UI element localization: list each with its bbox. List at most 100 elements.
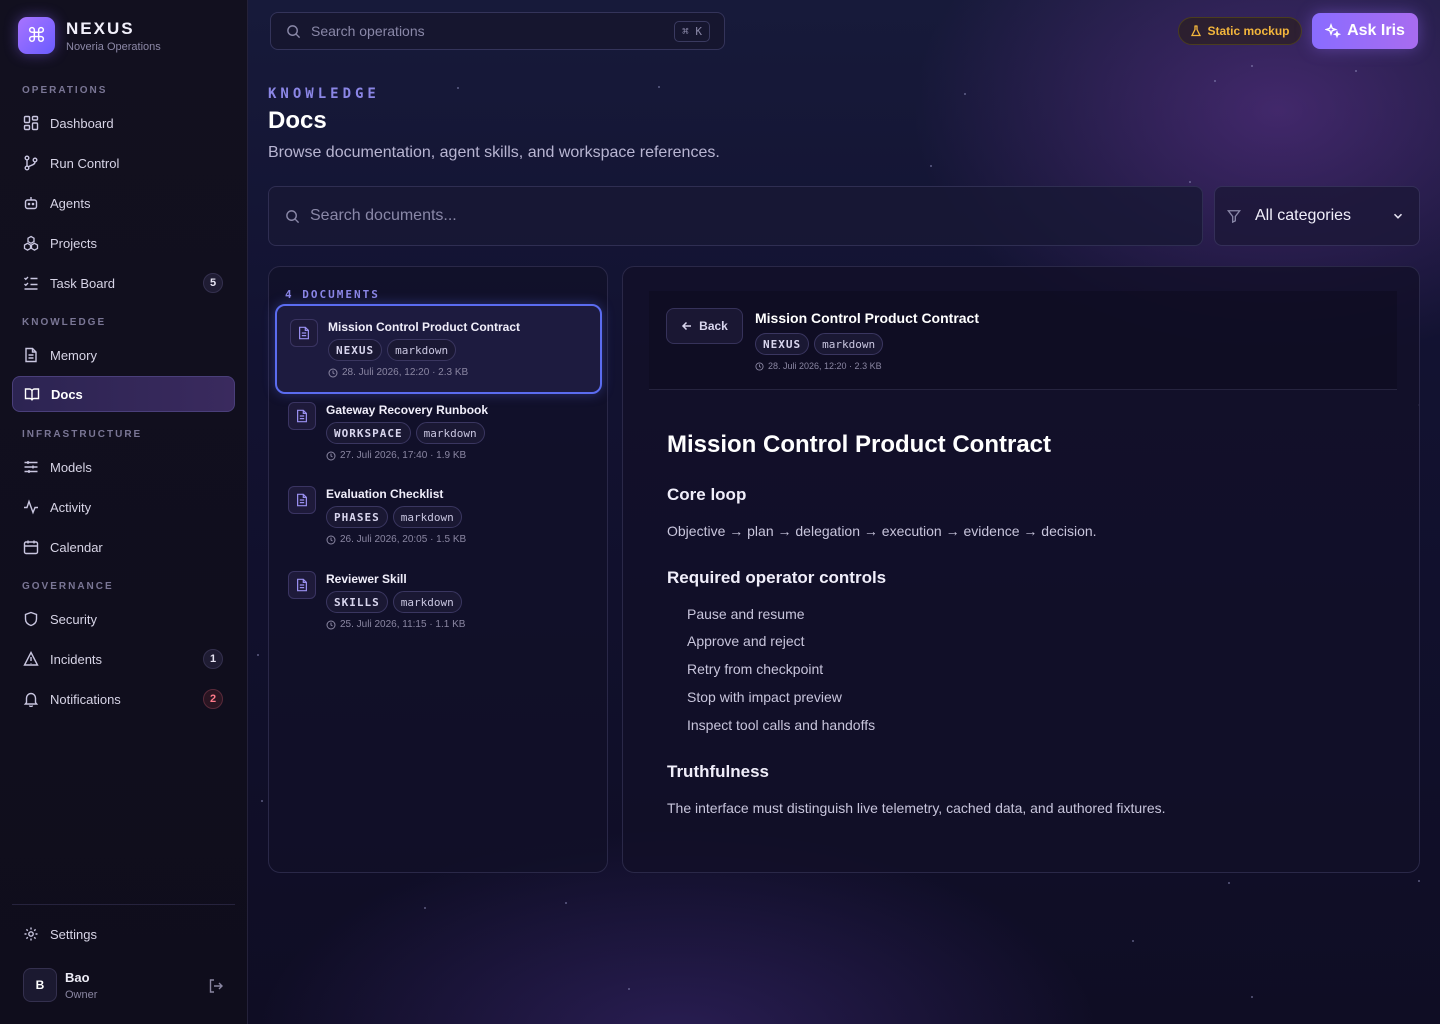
global-search-placeholder: Search operations — [311, 23, 425, 39]
brand[interactable]: ⌘ NEXUS Noveria Operations — [18, 17, 161, 54]
article-paragraph: Objective → plan → delegation → executio… — [667, 523, 1097, 539]
sidebar-item-label: Security — [50, 611, 97, 627]
dashboard-icon — [23, 115, 39, 131]
category-tag: PHASES — [326, 506, 388, 528]
category-tag: WORKSPACE — [326, 422, 411, 444]
back-button[interactable]: Back — [666, 308, 743, 344]
format-tag: markdown — [392, 591, 462, 613]
keyboard-shortcut-hint: ⌘ K — [674, 21, 710, 42]
page-kicker: KNOWLEDGE — [268, 86, 380, 102]
document-list-item[interactable]: Reviewer Skill SKILLS markdown 25. Juli … — [275, 558, 602, 648]
sidebar-item-run-control[interactable]: Run Control — [12, 145, 235, 181]
document-meta: 26. Juli 2026, 20:05 · 1.5 KB — [340, 534, 467, 545]
file-text-icon — [23, 347, 39, 363]
sidebar-item-task-board[interactable]: Task Board 5 — [12, 265, 235, 301]
sidebar-item-models[interactable]: Models — [12, 449, 235, 485]
sidebar-item-docs[interactable]: Docs — [12, 376, 235, 412]
document-list-item[interactable]: Evaluation Checklist PHASES markdown 26.… — [275, 473, 602, 563]
format-tag: markdown — [415, 422, 485, 444]
sidebar-item-dashboard[interactable]: Dashboard — [12, 105, 235, 141]
flask-icon — [1191, 25, 1202, 37]
page-subtitle: Browse documentation, agent skills, and … — [268, 144, 720, 161]
nav-section-infrastructure: INFRASTRUCTURE — [22, 429, 143, 440]
sidebar-item-notifications[interactable]: Notifications 2 — [12, 681, 235, 717]
ask-iris-button[interactable]: Ask Iris — [1312, 13, 1418, 49]
document-count: 4 DOCUMENTS — [285, 288, 380, 301]
category-tag: SKILLS — [326, 591, 388, 613]
clock-icon — [326, 534, 336, 545]
format-tag: markdown — [387, 339, 457, 361]
sidebar-divider — [12, 904, 235, 905]
sidebar-item-incidents[interactable]: Incidents 1 — [12, 641, 235, 677]
document-meta: 28. Juli 2026, 12:20 · 2.3 KB — [342, 367, 469, 378]
filter-icon — [1227, 210, 1241, 223]
sliders-icon — [23, 459, 39, 475]
document-title: Evaluation Checklist — [326, 487, 444, 501]
document-list-item[interactable]: Mission Control Product Contract NEXUS m… — [275, 304, 602, 394]
sidebar-item-settings[interactable]: Settings — [12, 916, 235, 952]
sidebar-item-activity[interactable]: Activity — [12, 489, 235, 525]
document-list-panel: 4 DOCUMENTS Mission Control Product Cont… — [268, 266, 608, 873]
star-decoration — [457, 87, 459, 89]
format-tag: markdown — [814, 333, 884, 355]
main-content: Search operations ⌘ K Static mockup Ask … — [248, 0, 1440, 1024]
sidebar-item-security[interactable]: Security — [12, 601, 235, 637]
sidebar-item-label: Models — [50, 459, 92, 475]
document-search-input[interactable]: Search documents... — [268, 186, 1203, 246]
star-decoration — [1189, 181, 1191, 183]
sidebar-item-label: Memory — [50, 347, 97, 363]
document-detail-meta: 28. Juli 2026, 12:20 · 2.3 KB — [768, 361, 882, 371]
search-icon — [286, 209, 300, 223]
static-mockup-badge: Static mockup — [1178, 17, 1302, 45]
sidebar-item-agents[interactable]: Agents — [12, 185, 235, 221]
star-decoration — [565, 902, 567, 904]
boxes-icon — [23, 235, 39, 251]
static-mockup-label: Static mockup — [1207, 24, 1290, 38]
star-decoration — [658, 86, 660, 88]
global-search-input[interactable]: Search operations ⌘ K — [270, 12, 725, 50]
notifications-count-badge: 2 — [203, 689, 223, 709]
document-list-item[interactable]: Gateway Recovery Runbook WORKSPACE markd… — [275, 389, 602, 479]
file-text-icon — [288, 402, 316, 430]
sidebar-item-calendar[interactable]: Calendar — [12, 529, 235, 565]
sidebar-item-label: Calendar — [50, 539, 103, 555]
format-tag: markdown — [392, 506, 462, 528]
sidebar-item-label: Settings — [50, 926, 97, 942]
gear-icon — [23, 926, 39, 942]
sidebar-item-projects[interactable]: Projects — [12, 225, 235, 261]
star-decoration — [1228, 882, 1230, 884]
document-meta: 25. Juli 2026, 11:15 · 1.1 KB — [340, 619, 466, 630]
sidebar-item-label: Activity — [50, 499, 92, 515]
bot-icon — [23, 195, 39, 211]
star-decoration — [964, 93, 966, 95]
logout-icon[interactable] — [207, 977, 225, 995]
star-decoration — [1418, 880, 1420, 882]
document-search-placeholder: Search documents... — [310, 207, 457, 224]
alert-triangle-icon — [23, 651, 39, 667]
sidebar-item-memory[interactable]: Memory — [12, 337, 235, 373]
document-detail-panel: Back Mission Control Product Contract NE… — [622, 266, 1420, 873]
sidebar-item-label: Docs — [51, 386, 83, 402]
star-decoration — [1251, 65, 1253, 67]
nav-section-governance: GOVERNANCE — [22, 581, 114, 592]
document-title: Gateway Recovery Runbook — [326, 403, 489, 417]
star-decoration — [628, 988, 630, 990]
avatar[interactable]: B — [23, 968, 57, 1002]
list-item: Retry from checkpoint — [687, 661, 824, 677]
category-select-value: All categories — [1255, 207, 1352, 224]
article-paragraph: The interface must distinguish live tele… — [667, 800, 1166, 816]
user-name: Bao — [65, 970, 90, 985]
file-text-icon — [288, 571, 316, 599]
article-section-heading: Truthfulness — [667, 762, 770, 781]
star-decoration — [1355, 70, 1357, 72]
app-subtitle: Noveria Operations — [66, 40, 161, 53]
file-text-icon — [288, 486, 316, 514]
star-decoration — [257, 654, 259, 656]
incidents-count-badge: 1 — [203, 649, 223, 669]
sidebar-item-label: Projects — [50, 235, 97, 251]
star-decoration — [930, 165, 932, 167]
category-select[interactable]: All categories — [1214, 186, 1420, 246]
sidebar-item-label: Run Control — [50, 155, 120, 171]
arrow-left-icon — [682, 321, 692, 331]
sidebar-item-label: Task Board — [50, 275, 116, 291]
